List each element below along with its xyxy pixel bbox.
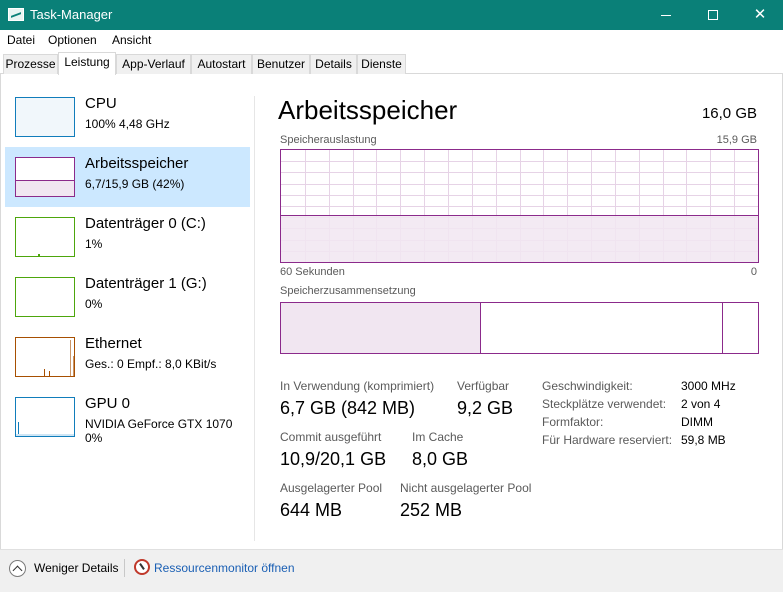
tab-dienste[interactable]: Dienste (357, 54, 406, 74)
commit-value: 10,9/20,1 GB (280, 449, 387, 469)
sidebar-item-gpu[interactable]: GPU 0 NVIDIA GeForce GTX 1070 0% (5, 387, 250, 447)
chevron-up-icon[interactable] (9, 560, 26, 577)
in-use-value: 6,7 GB (842 MB) (280, 398, 416, 418)
hw-reserved-value: 59,8 MB (681, 433, 726, 447)
minimize-button[interactable] (643, 0, 689, 30)
disk-c-thumbnail (15, 217, 75, 257)
composition-standby (481, 303, 723, 353)
usage-graph-max: 15,9 GB (716, 134, 757, 146)
title-bar[interactable]: Task-Manager ✕ (0, 0, 783, 30)
usage-fill (281, 215, 758, 262)
task-manager-icon (8, 8, 24, 21)
sidebar-divider (254, 96, 255, 541)
performance-content: CPU 100% 4,48 GHz Arbeitsspeicher 6,7/15… (0, 74, 783, 549)
time-axis-left: 60 Sekunden (280, 266, 345, 278)
memory-composition-bar (280, 302, 759, 354)
sidebar-item-ethernet[interactable]: Ethernet Ges.: 0 Empf.: 8,0 KBit/s (5, 327, 250, 387)
memory-thumbnail (15, 157, 75, 197)
sidebar-item-value: Ges.: 0 Empf.: 8,0 KBit/s (85, 357, 217, 371)
composition-in-use (281, 303, 481, 353)
cpu-thumbnail (15, 97, 75, 137)
form-factor-label: Formfaktor: (542, 415, 604, 429)
speed-value: 3000 MHz (681, 379, 736, 393)
in-use-label: In Verwendung (komprimiert) (280, 379, 435, 393)
nonpaged-pool-value: 252 MB (400, 500, 463, 520)
ethernet-thumbnail (15, 337, 75, 377)
tab-autostart[interactable]: Autostart (191, 54, 252, 74)
sidebar-item-memory[interactable]: Arbeitsspeicher 6,7/15,9 GB (42%) (5, 147, 250, 207)
close-button[interactable]: ✕ (737, 0, 783, 30)
menu-ansicht[interactable]: Ansicht (112, 33, 151, 47)
slots-label: Steckplätze verwendet: (542, 397, 667, 411)
available-value: 9,2 GB (457, 398, 514, 418)
menu-optionen[interactable]: Optionen (48, 33, 97, 47)
sidebar-item-label: GPU 0 (85, 395, 131, 412)
tab-details[interactable]: Details (310, 54, 357, 74)
footer-separator (124, 559, 125, 577)
tab-bar: Prozesse Leistung App-Verlauf Autostart … (0, 52, 783, 75)
tab-leistung[interactable]: Leistung (58, 52, 116, 75)
sidebar-item-label: Datenträger 0 (C:) (85, 215, 206, 232)
resource-monitor-icon[interactable] (134, 559, 150, 575)
tab-benutzer[interactable]: Benutzer (252, 54, 310, 74)
tab-app-verlauf[interactable]: App-Verlauf (116, 54, 191, 74)
sidebar-item-label: Arbeitsspeicher (85, 155, 189, 172)
usage-graph-svg (281, 150, 758, 262)
paged-pool-label: Ausgelagerter Pool (280, 481, 383, 495)
hw-reserved-label: Für Hardware reserviert: (542, 433, 673, 447)
sidebar-item-label: Datenträger 1 (G:) (85, 275, 207, 292)
cache-value: 8,0 GB (412, 449, 469, 469)
speed-label: Geschwindigkeit: (542, 379, 633, 393)
memory-usage-graph (280, 149, 759, 263)
commit-label: Commit ausgeführt (280, 430, 382, 444)
slots-value: 2 von 4 (681, 397, 721, 411)
sidebar-item-value: 6,7/15,9 GB (42%) (85, 177, 185, 191)
gpu-thumbnail (15, 397, 75, 437)
window-title: Task-Manager (30, 7, 113, 22)
menu-datei[interactable]: Datei (7, 33, 35, 47)
nonpaged-pool-label: Nicht ausgelagerter Pool (400, 481, 532, 495)
sidebar-item-label: CPU (85, 95, 117, 112)
sidebar-item-disk-g[interactable]: Datenträger 1 (G:) 0% (5, 267, 250, 327)
composition-label: Speicherzusammensetzung (280, 285, 416, 297)
paged-pool-value: 644 MB (280, 500, 343, 520)
time-axis-right: 0 (750, 266, 757, 278)
disk-g-thumbnail (15, 277, 75, 317)
maximize-icon (708, 10, 718, 21)
fewer-details-button[interactable]: Weniger Details (34, 561, 118, 575)
sidebar-item-value: 100% 4,48 GHz (85, 117, 170, 131)
form-factor-value: DIMM (681, 415, 713, 429)
sidebar-item-label: Ethernet (85, 335, 142, 352)
menu-bar: Datei Optionen Ansicht (0, 30, 783, 50)
total-memory: 16,0 GB (701, 105, 757, 122)
available-label: Verfügbar (457, 379, 510, 393)
sidebar-item-value: 0% (85, 297, 103, 311)
close-icon: ✕ (753, 6, 767, 23)
cache-label: Im Cache (412, 430, 464, 444)
sidebar-item-value: NVIDIA GeForce GTX 1070 (85, 417, 233, 431)
page-title: Arbeitsspeicher (278, 95, 458, 125)
sidebar-item-disk-c[interactable]: Datenträger 0 (C:) 1% (5, 207, 250, 267)
sidebar-item-cpu[interactable]: CPU 100% 4,48 GHz (5, 87, 250, 147)
maximize-button[interactable] (690, 0, 736, 30)
usage-graph-label: Speicherauslastung (280, 134, 377, 146)
sidebar-item-value: 1% (85, 237, 103, 251)
minimize-icon (661, 14, 671, 16)
sidebar-item-value2: 0% (85, 431, 103, 445)
resource-monitor-link[interactable]: Ressourcenmonitor öffnen (154, 561, 295, 575)
footer: Weniger Details Ressourcenmonitor öffnen (0, 549, 783, 592)
tab-prozesse[interactable]: Prozesse (3, 54, 58, 74)
